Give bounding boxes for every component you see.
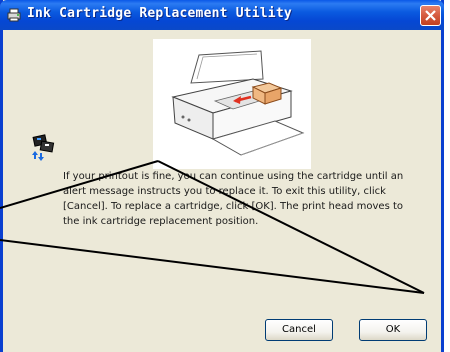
printer-cartridge-illustration (153, 39, 311, 169)
instruction-message: If your printout is fine, you can contin… (63, 171, 404, 227)
ink-cartridge-icon (31, 133, 57, 161)
dialog-body: If your printout is fine, you can contin… (3, 30, 441, 352)
screen: Ink Cartridge Replacement Utility If you… (0, 0, 450, 352)
title-bar[interactable]: Ink Cartridge Replacement Utility (0, 0, 444, 30)
ok-button[interactable]: OK (359, 319, 427, 341)
printer-app-icon (6, 7, 22, 23)
cancel-button[interactable]: Cancel (265, 319, 333, 341)
close-icon (425, 10, 436, 21)
dialog-window: Ink Cartridge Replacement Utility If you… (0, 0, 444, 352)
window-title: Ink Cartridge Replacement Utility (27, 6, 292, 21)
desktop-edge (444, 0, 450, 352)
close-button[interactable] (420, 5, 441, 26)
